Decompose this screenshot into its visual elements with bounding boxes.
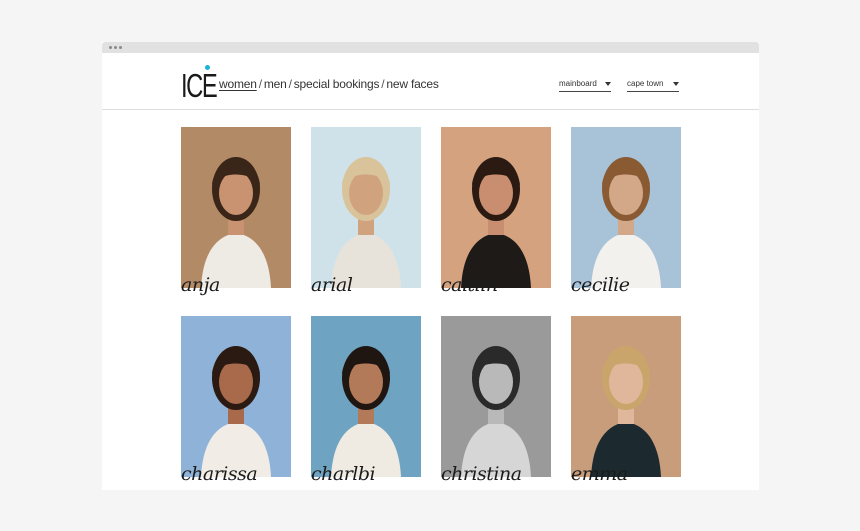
model-card[interactable]: cecilie: [571, 127, 681, 302]
model-name[interactable]: emma: [571, 463, 628, 485]
window-dot-icon[interactable]: [119, 46, 122, 49]
model-card[interactable]: charlbi: [311, 316, 421, 490]
model-photo[interactable]: [311, 127, 421, 288]
model-card[interactable]: anja: [181, 127, 291, 302]
city-select[interactable]: cape town: [627, 79, 679, 92]
model-card[interactable]: emma: [571, 316, 681, 490]
model-name[interactable]: charissa: [181, 463, 258, 485]
model-photo[interactable]: [441, 316, 551, 477]
board-select[interactable]: mainboard: [559, 79, 611, 92]
model-name[interactable]: caitlin: [441, 274, 498, 296]
nav-separator: /: [258, 77, 262, 91]
nav-item-men[interactable]: men: [264, 77, 287, 91]
chevron-down-icon: [605, 82, 611, 86]
window-controls: [109, 46, 122, 49]
nav-item-new-faces[interactable]: new faces: [386, 77, 438, 91]
nav-item-special-bookings[interactable]: special bookings: [294, 77, 380, 91]
logo-dot-icon: [205, 65, 210, 70]
nav-item-women[interactable]: women: [219, 77, 257, 91]
browser-window: ICE women / men / special bookings / new faces…: [102, 42, 759, 490]
model-card[interactable]: arial: [311, 127, 421, 302]
site-logo[interactable]: ICE: [181, 65, 218, 103]
window-dot-icon[interactable]: [114, 46, 117, 49]
window-dot-icon[interactable]: [109, 46, 112, 49]
model-photo[interactable]: [571, 127, 681, 288]
model-card[interactable]: christina: [441, 316, 551, 490]
model-photo[interactable]: [571, 316, 681, 477]
model-card[interactable]: charissa: [181, 316, 291, 490]
model-photo[interactable]: [181, 127, 291, 288]
nav-separator: /: [288, 77, 292, 91]
model-name[interactable]: charlbi: [311, 463, 376, 485]
board-select-value: mainboard: [559, 79, 597, 88]
browser-chrome-bar: [102, 42, 759, 53]
city-select-value: cape town: [627, 79, 664, 88]
model-photo[interactable]: [181, 316, 291, 477]
model-photo[interactable]: [311, 316, 421, 477]
nav-separator: /: [381, 77, 385, 91]
model-photo[interactable]: [441, 127, 551, 288]
logo-text: ICE: [181, 67, 218, 104]
category-nav: women / men / special bookings / new faces: [219, 77, 439, 91]
model-name[interactable]: cecilie: [571, 274, 630, 296]
chevron-down-icon: [673, 82, 679, 86]
model-name[interactable]: christina: [441, 463, 522, 485]
model-name[interactable]: arial: [311, 274, 353, 296]
model-name[interactable]: anja: [181, 274, 220, 296]
model-card[interactable]: caitlin: [441, 127, 551, 302]
site-header: ICE women / men / special bookings / new faces…: [102, 53, 759, 110]
